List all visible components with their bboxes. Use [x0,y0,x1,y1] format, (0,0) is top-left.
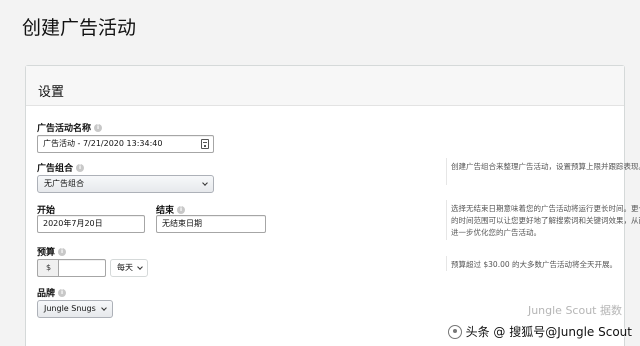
ad-group-help: 创建广告组合来整理广告活动，设置预算上限并跟踪表现。 [451,162,640,171]
watermark: 头条 @ 搜狐号@Jungle Scout [447,323,632,340]
start-date-input[interactable]: 2020年7月20日 [37,215,145,233]
chevron-down-icon [202,180,208,186]
info-icon[interactable]: i [58,247,67,256]
currency-prefix: $ [37,259,59,277]
budget-help: 预算超过 $30.00 的大多数广告活动将全天开展。 [451,260,618,269]
info-icon[interactable]: i [58,288,67,297]
campaign-name-label: 广告活动名称 i [37,121,103,134]
calendar-icon[interactable] [201,139,209,149]
campaign-name-input[interactable]: 广告活动 - 7/21/2020 13:34:40 [37,135,214,153]
budget-period-select[interactable]: 每天 [110,259,148,277]
camera-icon [447,324,462,339]
info-icon[interactable]: i [177,205,186,214]
settings-title: 设置 [38,85,65,100]
help-divider [446,200,447,240]
budget-label: 预算 i [37,245,67,258]
budget-input[interactable] [58,259,106,277]
settings-card-header [26,66,624,106]
end-date-help: 选择无结束日期意味着您的广告活动将运行更长时间。更长的时间范围可以让您更好地了解… [451,204,640,237]
info-icon[interactable]: i [94,123,103,132]
ad-group-select[interactable]: 无广告组合 [37,175,214,193]
end-date-input[interactable]: 无结束日期 [156,215,266,233]
page-title: 创建广告活动 [22,17,137,39]
watermark-brand: Jungle Scout 据数 [527,304,622,317]
brand-label: 品牌 i [37,286,67,299]
brand-select[interactable]: Jungle Snugs [37,300,113,318]
help-divider [446,256,447,271]
ad-group-label: 广告组合 i [37,161,85,174]
chevron-down-icon [101,305,107,311]
chevron-down-icon [137,264,143,270]
help-divider [446,158,447,185]
info-icon[interactable]: i [76,163,85,172]
